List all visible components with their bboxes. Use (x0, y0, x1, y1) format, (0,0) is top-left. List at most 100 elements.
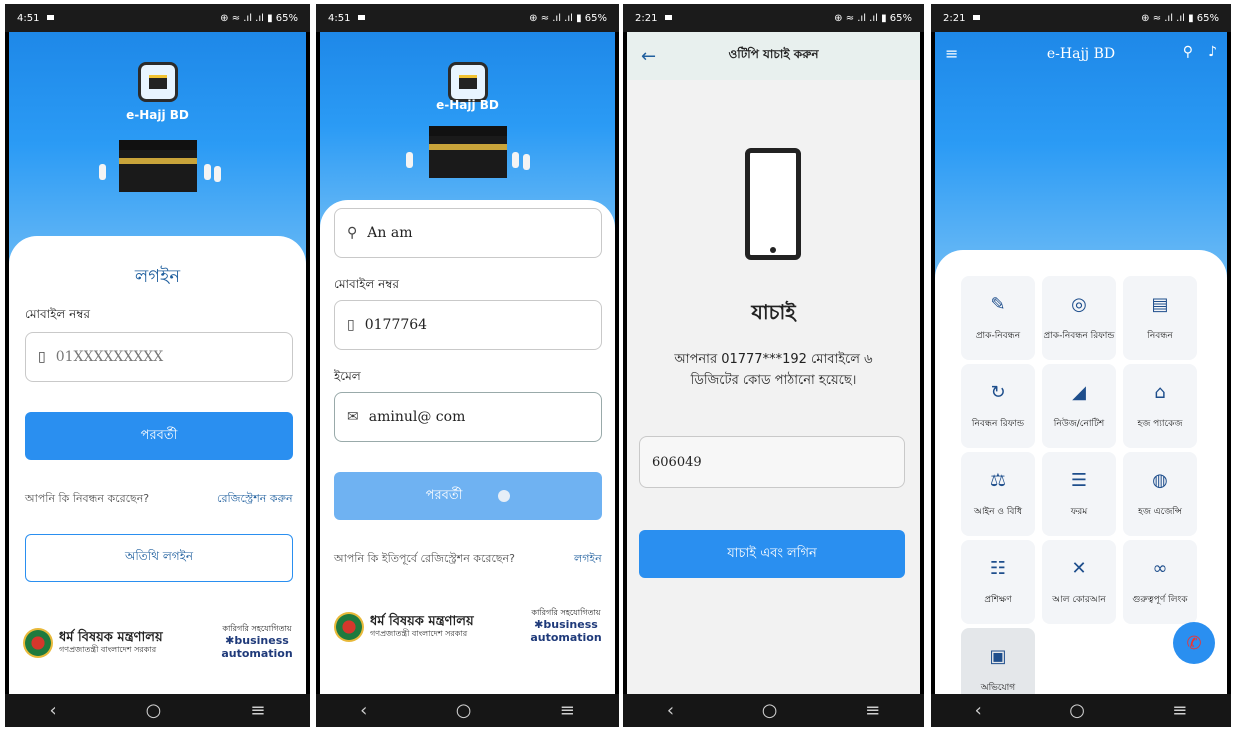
app-screen: e-Hajj BD ⚲ An am মোবাইল নম্বর ▯ 0177764… (320, 32, 615, 694)
ministry-name: ধর্ম বিষয়ক মন্ত্রণালয় (370, 614, 474, 630)
app-screen: ≡ e-Hajj BD ⚲ ♪ ✎ প্রাক-নিবন্ধন ◎ প্রাক-নি… (935, 32, 1227, 694)
next-button[interactable]: পরবর্তী (25, 412, 293, 460)
tile-training[interactable]: ☷ প্রশিক্ষণ (961, 540, 1035, 624)
email-input[interactable]: ✉ aminul@ com (334, 392, 602, 442)
clock: 4:51 (17, 12, 40, 24)
home-nav-icon[interactable]: ○ (1069, 700, 1085, 721)
recents-nav-icon[interactable]: ≡ (865, 700, 880, 721)
user-icon: ⚲ (347, 225, 358, 241)
pilgrim-figure (406, 152, 413, 168)
megaphone-icon: ◢ (1072, 381, 1086, 403)
tile-pre-registration-refund[interactable]: ◎ প্রাক-নিবন্ধন রিফান্ড (1042, 276, 1116, 360)
status-icons: ⊕ ≈ .ıl .ıl ▮ 65% (1141, 12, 1219, 24)
phone-icon: ▯ (38, 349, 46, 365)
tech-support-label: কারিগরি সহযোগিতায় (222, 624, 292, 633)
otp-code-input[interactable]: 606049 (639, 436, 905, 488)
recents-nav-icon[interactable]: ≡ (1172, 700, 1187, 721)
ministry-branding: ধর্ম বিষয়ক মন্ত্রণালয় গণপ্রজাতন্ত্রী বা… (334, 612, 474, 642)
registered-question: আপনি কি নিবন্ধন করেছেন? (25, 492, 150, 505)
edit-doc-icon: ✎ (990, 293, 1006, 315)
email-value: aminul@ com (368, 409, 466, 425)
tile-label: হজ এজেন্সি (1138, 507, 1182, 517)
home-nav-icon[interactable]: ○ (456, 700, 472, 721)
login-link[interactable]: লগইন (574, 550, 602, 569)
back-arrow-icon[interactable]: ← (641, 46, 656, 67)
otp-message-line-1: আপনার 01777***192 মোবাইলে ৬ (674, 352, 873, 367)
e-hajj-logo-icon (137, 62, 178, 102)
tile-law-rules[interactable]: ⚖ আইন ও বিধি (961, 452, 1035, 536)
company-name-bottom: automation (530, 630, 602, 644)
phone-register-screen: 4:51 ⊕ ≈ .ıl .ıl ▮ 65% e-Hajj BD ⚲ An am… (316, 4, 619, 727)
tile-complaint[interactable]: ▣ অভিযোগ (961, 628, 1035, 694)
home-nav-icon[interactable]: ○ (146, 700, 162, 721)
tile-al-quran[interactable]: ✕ আল কোরআন (1042, 540, 1116, 624)
name-input[interactable]: ⚲ An am (334, 208, 602, 258)
tile-registration[interactable]: ▤ নিবন্ধন (1123, 276, 1197, 360)
notification-icon (665, 15, 673, 20)
tile-hajj-package[interactable]: ⌂ হজ প্যাকেজ (1123, 364, 1197, 448)
next-button[interactable]: পরবর্তী (334, 472, 602, 520)
tile-label: নিউজ/নোটিশ (1053, 419, 1105, 429)
register-card: ⚲ An am মোবাইল নম্বর ▯ 0177764 ইমেল ✉ am… (320, 200, 615, 694)
search-icon[interactable]: ⚲ (1183, 44, 1193, 60)
feature-grid: ✎ প্রাক-নিবন্ধন ◎ প্রাক-নিবন্ধন রিফান্ড ▤ ন… (961, 276, 1197, 694)
status-bar: 4:51 ⊕ ≈ .ıl .ıl ▮ 65% (5, 4, 310, 32)
android-nav-bar: ‹ ○ ≡ (931, 694, 1231, 727)
phone-login-screen: 4:51 ⊕ ≈ .ıl .ıl ▮ 65% e-Hajj BD লগইন মো… (5, 4, 310, 727)
tile-label: আল কোরআন (1052, 595, 1106, 605)
battery-level: 65% (1196, 12, 1219, 24)
form-icon: ☰ (1070, 469, 1088, 491)
tile-label: প্রাক-নিবন্ধন রিফান্ড (1043, 331, 1115, 341)
tile-label: আইন ও বিধি (973, 507, 1023, 517)
tile-registration-refund[interactable]: ↻ নিবন্ধন রিফান্ড (961, 364, 1035, 448)
tile-label: ফরম (1070, 507, 1088, 517)
quran-icon: ✕ (1071, 557, 1087, 579)
recents-nav-icon[interactable]: ≡ (250, 700, 265, 721)
android-nav-bar: ‹ ○ ≡ (5, 694, 310, 727)
company-name-bottom: automation (221, 646, 293, 660)
home-nav-icon[interactable]: ○ (762, 700, 778, 721)
call-button[interactable]: ✆ (1173, 622, 1215, 664)
mobile-label: মোবাইল নম্বর (334, 277, 400, 291)
back-nav-icon[interactable]: ‹ (975, 700, 982, 721)
appbar-title: ওটিপি যাচাই করুন (728, 47, 819, 61)
otp-message-line-2: ডিজিটের কোড পাঠানো হয়েছে। (690, 372, 857, 388)
mobile-input[interactable]: ▯ 01XXXXXXXXX (25, 332, 293, 382)
asterisk-icon: ✱ (534, 617, 544, 631)
recents-nav-icon[interactable]: ≡ (560, 700, 575, 721)
house-icon: ⌂ (1154, 381, 1166, 403)
tech-partner: কারিগরি সহযোগিতায় ✱business automation (526, 608, 606, 644)
tile-label: অভিযোগ (980, 683, 1016, 693)
guest-login-button[interactable]: অতিথি লগইন (25, 534, 293, 582)
register-link[interactable]: রেজিস্ট্রেশন করুন (217, 490, 293, 509)
training-icon: ☷ (989, 557, 1007, 579)
ministry-name: ধর্ম বিষয়ক মন্ত্রণালয় (59, 630, 163, 646)
verify-login-button[interactable]: যাচাই এবং লগিন (639, 530, 905, 578)
tile-important-links[interactable]: ∞ গুরুত্বপূর্ণ লিংক (1123, 540, 1197, 624)
tile-hajj-agency[interactable]: ◍ হজ এজেন্সি (1123, 452, 1197, 536)
mobile-input[interactable]: ▯ 0177764 (334, 300, 602, 350)
tile-pre-registration[interactable]: ✎ প্রাক-নিবন্ধন (961, 276, 1035, 360)
tile-label: প্রশিক্ষণ (984, 595, 1012, 605)
phone-call-icon: ✆ (1186, 632, 1202, 654)
tile-forms[interactable]: ☰ ফরম (1042, 452, 1116, 536)
back-nav-icon[interactable]: ‹ (49, 700, 56, 721)
link-icon: ∞ (1152, 557, 1168, 579)
ministry-branding: ধর্ম বিষয়ক মন্ত্রণালয় গণপ্রজাতন্ত্রী বা… (23, 628, 163, 658)
status-icons: ⊕ ≈ .ıl .ıl ▮ 65% (834, 12, 912, 24)
otp-code-value: 606049 (652, 454, 702, 470)
id-card-icon: ▤ (1151, 293, 1169, 315)
kaaba-illustration (428, 126, 507, 178)
app-screen: e-Hajj BD লগইন মোবাইল নম্বর ▯ 01XXXXXXXX… (9, 32, 306, 694)
tile-news-notice[interactable]: ◢ নিউজ/নোটিশ (1042, 364, 1116, 448)
android-nav-bar: ‹ ○ ≡ (316, 694, 619, 727)
bell-icon[interactable]: ♪ (1208, 44, 1217, 60)
back-nav-icon[interactable]: ‹ (360, 700, 367, 721)
phone-home-screen: 2:21 ⊕ ≈ .ıl .ıl ▮ 65% ≡ e-Hajj BD ⚲ ♪ ✎… (931, 4, 1231, 727)
complaint-icon: ▣ (989, 645, 1007, 667)
verify-heading: যাচাই (751, 300, 796, 324)
company-name-top: business (234, 633, 289, 647)
status-bar: 2:21 ⊕ ≈ .ıl .ıl ▮ 65% (623, 4, 924, 32)
back-nav-icon[interactable]: ‹ (667, 700, 674, 721)
clock: 2:21 (635, 12, 658, 24)
